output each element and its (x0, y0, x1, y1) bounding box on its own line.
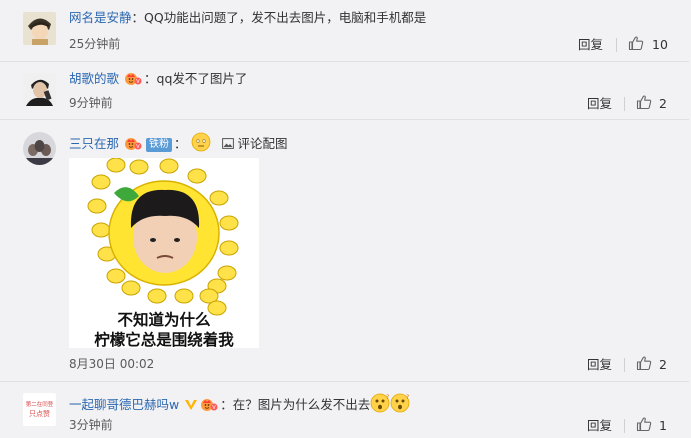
separator: ： (220, 397, 233, 412)
reply-button[interactable]: 回复 (587, 357, 612, 372)
comment-item: 三只在那 V 铁粉： 评论配图 不知道为什么 柠檬它总是围绕着我 8月30日 0… (0, 119, 689, 382)
divider (616, 38, 617, 52)
like-count: 1 (659, 418, 667, 433)
like-count: 2 (659, 357, 667, 372)
reply-button[interactable]: 回复 (587, 418, 612, 433)
comment-content: 一起聊哥德巴赫吗w V ：在？图片为什么发不出去 ? ? (69, 393, 410, 413)
like-count: 10 (652, 37, 668, 52)
username-link[interactable]: 网名是安静 (69, 10, 132, 25)
divider (624, 358, 625, 372)
comment-time: 9分钟前 (69, 96, 113, 110)
avatar[interactable] (23, 73, 56, 106)
svg-text:V: V (213, 405, 217, 411)
separator: ： (131, 10, 145, 25)
thumbs-up-icon[interactable] (628, 35, 644, 51)
thumbs-up-icon[interactable] (636, 94, 652, 110)
confused-face-emoji-icon: ? (370, 393, 390, 413)
username-link[interactable]: 一起聊哥德巴赫吗w (69, 397, 179, 412)
svg-text:V: V (136, 144, 140, 150)
reply-button[interactable]: 回复 (578, 37, 603, 52)
svg-text:V: V (136, 79, 140, 85)
image-icon (222, 138, 235, 149)
comment-time: 25分钟前 (69, 37, 121, 51)
divider (624, 97, 625, 111)
confused-face-emoji-icon: ? (390, 393, 410, 413)
comment-content: 三只在那 V 铁粉： 评论配图 (69, 132, 288, 152)
separator: ： (174, 136, 187, 151)
comment-list: 网名是安静：QQ功能出问题了，发不出去图片，电脑和手机都是 25分钟前 回复 1… (0, 0, 691, 438)
blank-face-emoji-icon (191, 132, 210, 152)
fan-badge: 铁粉 (146, 138, 172, 152)
meme-caption-line2: 柠檬它总是围绕着我 (94, 331, 234, 349)
comment-image[interactable]: 不知道为什么 柠檬它总是围绕着我 (69, 157, 259, 349)
vip-crown-icon: V (125, 138, 142, 150)
avatar-text-line2: 只点赞 (29, 410, 50, 418)
comment-text: QQ功能出问题了，发不出去图片，电脑和手机都是 (144, 10, 427, 25)
username-link[interactable]: 胡歌的歌 (69, 71, 119, 86)
comment-content: 胡歌的歌 V ：qq发不了图片了 (69, 71, 247, 87)
like-count: 2 (659, 96, 667, 111)
verified-v-icon (185, 400, 198, 410)
comment-content: 网名是安静：QQ功能出问题了，发不出去图片，电脑和手机都是 (69, 10, 426, 26)
comment-item: 胡歌的歌 V ：qq发不了图片了 9分钟前 回复 2 (0, 61, 689, 120)
reply-button[interactable]: 回复 (587, 96, 612, 111)
separator: ： (144, 71, 157, 86)
avatar-text-line1: 第二在同登 (25, 402, 54, 408)
meme-caption-line1: 不知道为什么 (117, 311, 211, 329)
divider (624, 419, 625, 433)
vip-crown-icon: V (125, 73, 142, 85)
vip-crown-icon: V (201, 399, 218, 411)
comment-time: 8月30日 00:02 (69, 357, 155, 371)
svg-text:?: ? (406, 394, 409, 401)
comment-pic-link[interactable]: 评论配图 (222, 136, 288, 151)
comment-pic-label: 评论配图 (237, 136, 288, 151)
svg-text:?: ? (386, 394, 389, 401)
comment-text: 在？图片为什么发不出去 (232, 397, 371, 412)
comment-item: 第二在同登 只点赞 一起聊哥德巴赫吗w V ：在？图片为什么发不出去 ? ? 3… (0, 381, 689, 438)
comment-text: qq发不了图片了 (156, 71, 248, 86)
avatar[interactable] (23, 132, 56, 165)
comment-time: 3分钟前 (69, 418, 113, 432)
avatar[interactable] (23, 12, 56, 45)
thumbs-up-icon[interactable] (636, 355, 652, 371)
thumbs-up-icon[interactable] (636, 416, 652, 432)
comment-item: 网名是安静：QQ功能出问题了，发不出去图片，电脑和手机都是 25分钟前 回复 1… (0, 0, 689, 62)
avatar[interactable]: 第二在同登 只点赞 (23, 393, 56, 426)
username-link[interactable]: 三只在那 (69, 136, 119, 151)
